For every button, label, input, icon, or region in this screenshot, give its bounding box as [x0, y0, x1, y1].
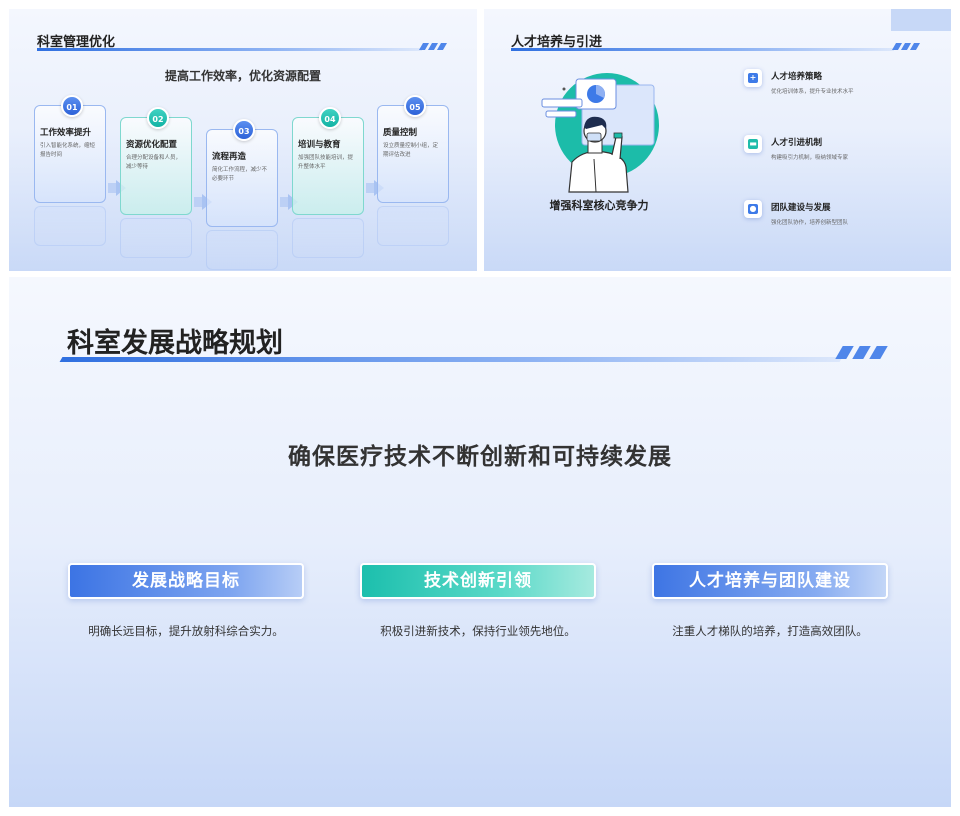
step-number-badge: 03 [233, 119, 255, 141]
talent-team-desc: 注重人才梯队的培养，打造高效团队。 [672, 624, 868, 638]
step-number-badge: 04 [319, 107, 341, 129]
target-icon: ● [744, 200, 762, 218]
item-title: 人才培养策略 [771, 72, 823, 82]
card-reflection [206, 230, 278, 270]
step-number-badge: 05 [404, 95, 426, 117]
title-underline [37, 48, 422, 51]
slide-development-strategy[interactable]: 科室发展战略规划 确保医疗技术不断创新和可持续发展 发展战略目标 明确长远目标，… [9, 277, 951, 807]
title-underline [59, 357, 843, 362]
arrow-tail [366, 183, 374, 193]
step-title: 质量控制 [383, 128, 418, 138]
step-number-badge: 01 [61, 95, 83, 117]
item-title: 团队建设与发展 [771, 203, 831, 213]
card-reflection [292, 218, 364, 258]
strategy-goal-pill: 发展战略目标 [68, 563, 304, 599]
step-title: 工作效率提升 [40, 128, 92, 138]
item-desc: 强化团队协作，培养创新型团队 [771, 220, 849, 226]
item-desc: 构建吸引力机制，吸纳领域专家 [771, 155, 849, 161]
step-card: 02 资源优化配置 合理分配设备和人员，减少等待 [120, 107, 192, 215]
slide-management-optimization[interactable]: 科室管理优化 提高工作效率，优化资源配置 01 工作效率提升 引入智能化系统，缩… [9, 9, 477, 271]
step-desc: 引入智能化系统，缩短报告时间 [40, 143, 96, 158]
step-card: 04 培训与教育 加强团队技能培训，提升整体水平 [292, 107, 364, 215]
strategy-headline: 确保医疗技术不断创新和可持续发展 [288, 444, 672, 470]
arrow-tail [108, 183, 116, 193]
item-title: 人才引进机制 [771, 138, 823, 148]
decor-stripes [418, 43, 448, 50]
decor-stripes [835, 346, 888, 359]
talent-team-pill: 人才培养与团队建设 [652, 563, 888, 599]
step-desc: 加强团队技能培训，提升整体水平 [298, 155, 354, 170]
step-desc: 设立质量控制小组，定期评估改进 [383, 143, 439, 158]
item-desc: 优化培训体系，提升专业技术水平 [771, 89, 854, 95]
decor-stripes [891, 43, 921, 50]
tech-innovation-desc: 积极引进新技术，保持行业领先地位。 [380, 624, 576, 638]
card-reflection [34, 206, 106, 246]
scientist-illustration-icon [541, 73, 659, 193]
arrow-tail [194, 197, 202, 207]
tech-innovation-pill: 技术创新引领 [360, 563, 596, 599]
slide-subtitle: 提高工作效率，优化资源配置 [164, 69, 321, 83]
corner-decoration [891, 9, 951, 31]
step-card: 01 工作效率提升 引入智能化系统，缩短报告时间 [34, 95, 106, 203]
clipboard-icon: ▬ [744, 135, 762, 153]
card-reflection [377, 206, 449, 246]
slide-talent-development[interactable]: 人才培养与引进 增强科室核心竞争力 + 人才培养策略 优化培训体系，提升专业技术… [484, 9, 951, 271]
step-title: 资源优化配置 [126, 140, 178, 150]
step-number-badge: 02 [147, 107, 169, 129]
step-card: 05 质量控制 设立质量控制小组，定期评估改进 [377, 95, 449, 203]
medical-cross-icon: + [744, 69, 762, 87]
step-title: 培训与教育 [298, 140, 341, 150]
step-desc: 合理分配设备和人员，减少等待 [126, 155, 182, 170]
step-title: 流程再造 [212, 152, 247, 162]
illustration-caption: 增强科室核心竞争力 [549, 199, 649, 212]
strategy-goal-desc: 明确长远目标，提升放射科综合实力。 [88, 624, 284, 638]
step-desc: 简化工作流程，减少不必要环节 [212, 167, 268, 182]
step-card: 03 流程再造 简化工作流程，减少不必要环节 [206, 119, 278, 227]
arrow-tail [280, 197, 288, 207]
title-underline [511, 48, 894, 51]
slide-title: 科室发展战略规划 [67, 328, 283, 359]
card-reflection [120, 218, 192, 258]
